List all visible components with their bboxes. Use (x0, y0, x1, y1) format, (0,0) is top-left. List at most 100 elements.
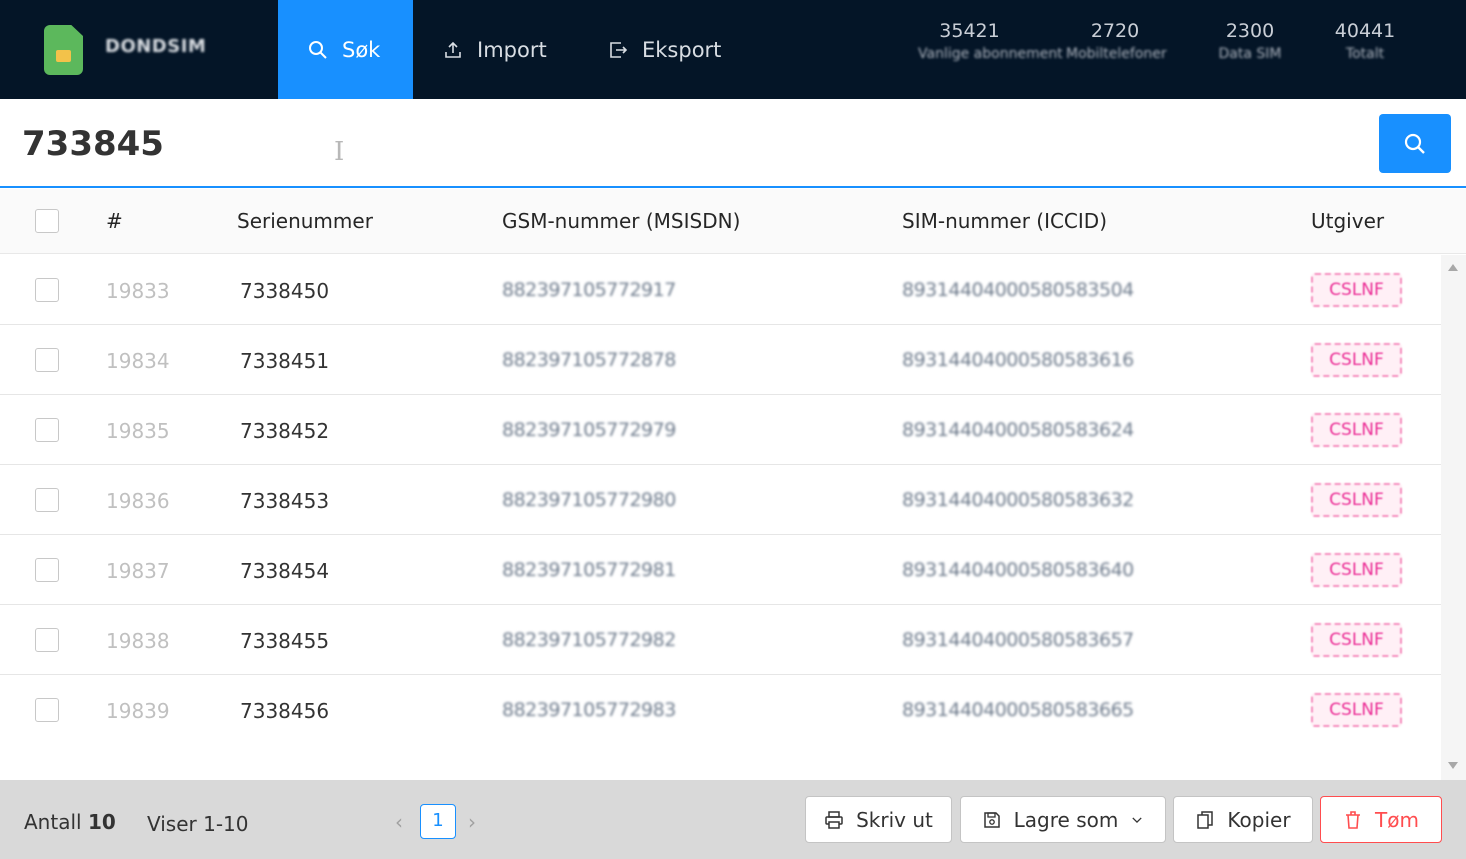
row-iccid: 89314404000580583665 (902, 699, 1134, 721)
row-checkbox[interactable] (35, 278, 59, 302)
row-index: 19835 (106, 419, 170, 443)
row-serial: 7338454 (240, 559, 330, 583)
prev-page-icon[interactable]: ‹ (395, 810, 403, 834)
row-checkbox[interactable] (35, 348, 59, 372)
column-header-serial[interactable]: Serienummer (237, 209, 373, 233)
row-checkbox[interactable] (35, 488, 59, 512)
next-page-icon[interactable]: › (468, 810, 476, 834)
record-count-label: Antall (24, 810, 82, 834)
print-button-label: Skriv ut (856, 807, 933, 832)
row-serial: 7338456 (240, 699, 330, 723)
table-row[interactable]: 19833 7338450 882397105772917 8931440400… (0, 255, 1441, 325)
row-iccid: 89314404000580583632 (902, 489, 1134, 511)
row-msisdn: 882397105772979 (502, 419, 676, 441)
save-icon (983, 811, 1000, 828)
row-checkbox[interactable] (35, 558, 59, 582)
select-all-checkbox[interactable] (35, 209, 59, 233)
footer-toolbar: Antall 10 Viser 1-10 ‹ 1 › Skriv ut Lagr… (0, 780, 1466, 859)
row-iccid: 89314404000580583624 (902, 419, 1134, 441)
table-row[interactable]: 19835 7338452 882397105772979 8931440400… (0, 395, 1441, 465)
row-index: 19833 (106, 279, 170, 303)
stat-label: Data SIM (1218, 46, 1282, 62)
row-iccid: 89314404000580583640 (902, 559, 1134, 581)
row-index: 19838 (106, 629, 170, 653)
row-msisdn: 882397105772981 (502, 559, 676, 581)
row-checkbox[interactable] (35, 418, 59, 442)
stat-value: 2720 (1090, 20, 1140, 42)
showing-range: Viser 1-10 (147, 812, 249, 836)
nav-search-label: Søk (342, 37, 381, 62)
save-as-button[interactable]: Lagre som (960, 796, 1166, 843)
row-checkbox[interactable] (35, 698, 59, 722)
vertical-scrollbar[interactable] (1441, 255, 1466, 780)
issuer-tag: CSLNF (1311, 413, 1402, 447)
stat-label: Totalt (1345, 46, 1385, 62)
column-header-issuer[interactable]: Utgiver (1311, 209, 1384, 233)
stat-mobile-phones: 2720 Mobiltelefoner (1066, 20, 1167, 62)
stat-total: 40441 Totalt (1330, 20, 1400, 62)
chevron-down-icon (1132, 816, 1142, 823)
table-row[interactable]: 19836 7338453 882397105772980 8931440400… (0, 465, 1441, 535)
table-row[interactable]: 19839 7338456 882397105772983 8931440400… (0, 675, 1441, 745)
clear-button-label: Tøm (1375, 807, 1419, 832)
row-msisdn: 882397105772980 (502, 489, 676, 511)
issuer-tag: CSLNF (1311, 343, 1402, 377)
nav-export-label: Eksport (642, 37, 722, 62)
search-button[interactable] (1379, 114, 1451, 173)
column-header-iccid[interactable]: SIM-nummer (ICCID) (902, 209, 1107, 233)
row-iccid: 89314404000580583616 (902, 349, 1134, 371)
column-header-msisdn[interactable]: GSM-nummer (MSISDN) (502, 209, 740, 233)
column-header-index[interactable]: # (106, 209, 123, 233)
row-msisdn: 882397105772917 (502, 279, 676, 301)
stat-value: 40441 (1334, 20, 1396, 42)
brand-name: DONDSIM (105, 36, 207, 57)
issuer-tag: CSLNF (1311, 693, 1402, 727)
row-iccid: 89314404000580583504 (902, 279, 1134, 301)
nav-search[interactable]: Søk (278, 0, 413, 99)
issuer-tag: CSLNF (1311, 623, 1402, 657)
page-1-button[interactable]: 1 (420, 804, 456, 839)
print-button[interactable]: Skriv ut (805, 796, 952, 843)
row-index: 19839 (106, 699, 170, 723)
save-as-button-label: Lagre som (1013, 807, 1119, 832)
copy-button[interactable]: Kopier (1173, 796, 1313, 843)
table-row[interactable]: 19834 7338451 882397105772878 8931440400… (0, 325, 1441, 395)
top-navigation-bar: DONDSIM Søk Import Eksport 35421 Vanlige… (0, 0, 1466, 99)
issuer-tag: CSLNF (1311, 273, 1402, 307)
scroll-up-icon[interactable] (1448, 264, 1458, 271)
row-serial: 7338453 (240, 489, 330, 513)
nav-import[interactable]: Import (443, 0, 547, 99)
stat-value: 35421 (939, 20, 1000, 42)
row-msisdn: 882397105772982 (502, 629, 676, 651)
stat-label: Vanlige abonnement (918, 46, 1063, 62)
row-msisdn: 882397105772878 (502, 349, 676, 371)
nav-import-label: Import (477, 37, 547, 62)
printer-icon (825, 810, 843, 829)
search-bar: I (0, 99, 1466, 188)
table-row[interactable]: 19838 7338455 882397105772982 8931440400… (0, 605, 1441, 675)
row-serial: 7338451 (240, 349, 330, 373)
row-checkbox[interactable] (35, 628, 59, 652)
scroll-down-icon[interactable] (1448, 762, 1458, 769)
record-count-value: 10 (87, 810, 116, 834)
table-body: 19833 7338450 882397105772917 8931440400… (0, 255, 1441, 780)
clear-button[interactable]: Tøm (1320, 796, 1442, 843)
row-serial: 7338455 (240, 629, 330, 653)
row-msisdn: 882397105772983 (502, 699, 676, 721)
stat-regular-subscriptions: 35421 Vanlige abonnement (918, 20, 1063, 62)
copy-button-label: Kopier (1227, 807, 1291, 832)
row-iccid: 89314404000580583657 (902, 629, 1134, 651)
row-index: 19834 (106, 349, 170, 373)
sim-card-logo-icon[interactable] (44, 25, 83, 75)
row-index: 19836 (106, 489, 170, 513)
table-row[interactable]: 19837 7338454 882397105772981 8931440400… (0, 535, 1441, 605)
text-cursor-icon: I (334, 137, 345, 167)
stat-data-sim: 2300 Data SIM (1210, 20, 1290, 62)
search-icon (1404, 133, 1425, 154)
trash-icon (1346, 810, 1361, 829)
table-header: # Serienummer GSM-nummer (MSISDN) SIM-nu… (0, 189, 1466, 254)
record-count: Antall 10 (24, 810, 116, 834)
issuer-tag: CSLNF (1311, 483, 1402, 517)
nav-export[interactable]: Eksport (608, 0, 721, 99)
search-input[interactable] (22, 121, 1352, 167)
